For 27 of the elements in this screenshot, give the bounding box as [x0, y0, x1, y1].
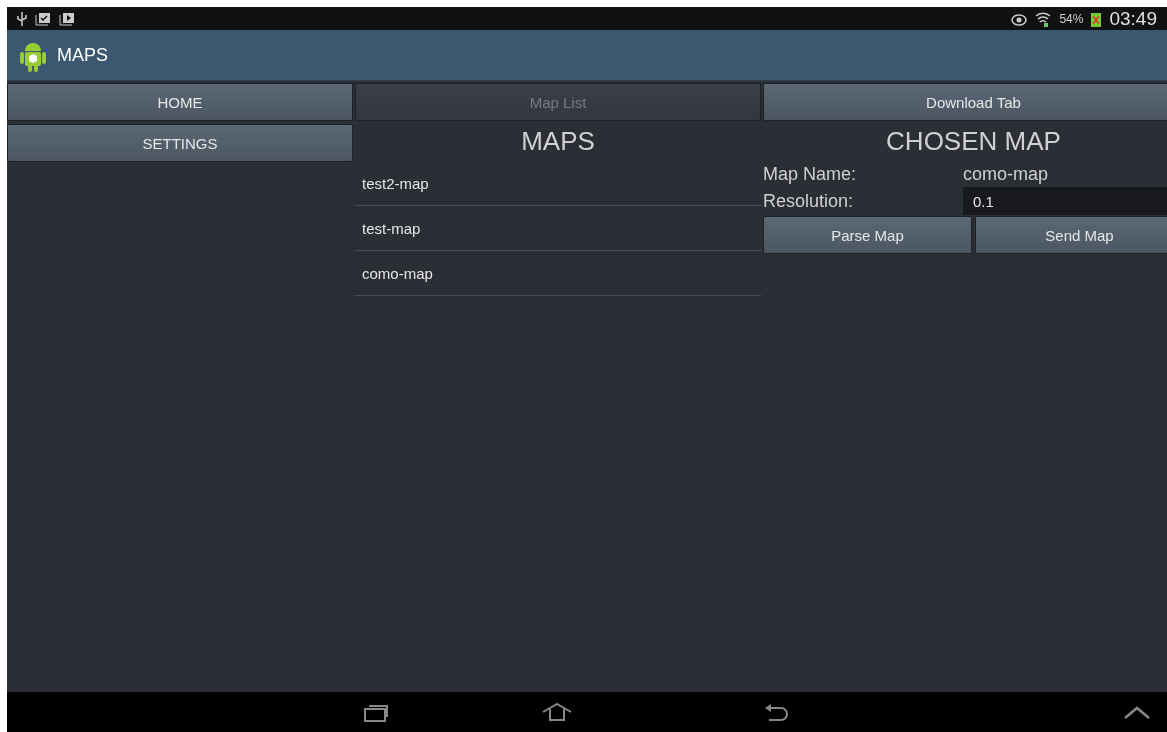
caret-up-icon[interactable] [1124, 705, 1150, 719]
resolution-field[interactable]: 0.1 [963, 187, 1167, 215]
home-icon[interactable] [542, 703, 572, 721]
action-button[interactable]: Send Map [975, 216, 1167, 254]
panel-heading: CHOSEN MAP [885, 125, 1062, 158]
usb-icon [17, 11, 27, 26]
wifi-icon [1035, 10, 1052, 27]
menu-button[interactable]: SETTINGS [7, 124, 353, 162]
clock-time: 03:49 [1109, 7, 1157, 30]
recent-apps-icon[interactable] [364, 702, 390, 722]
clipboard-check-icon [35, 11, 51, 26]
battery-percent: 54% [1059, 11, 1084, 26]
panel-heading: MAPS [520, 125, 596, 158]
field-label: Map Name: [763, 163, 858, 185]
map-list-item[interactable]: como-map [355, 251, 761, 296]
eye-icon [1011, 11, 1028, 26]
menu-button[interactable]: HOME [7, 83, 353, 121]
map-list-item[interactable]: test-map [355, 206, 761, 251]
map-name-value: como-map [963, 163, 1050, 185]
back-icon[interactable] [763, 702, 791, 722]
battery-icon [1091, 10, 1102, 27]
clipboard-play-icon [59, 11, 75, 26]
action-button[interactable]: Parse Map [763, 216, 972, 254]
tab[interactable]: Download Tab [763, 83, 1167, 121]
app-title: MAPS [57, 44, 108, 66]
map-list-item[interactable]: test2-map [355, 161, 761, 206]
field-label: Resolution: [763, 190, 855, 212]
